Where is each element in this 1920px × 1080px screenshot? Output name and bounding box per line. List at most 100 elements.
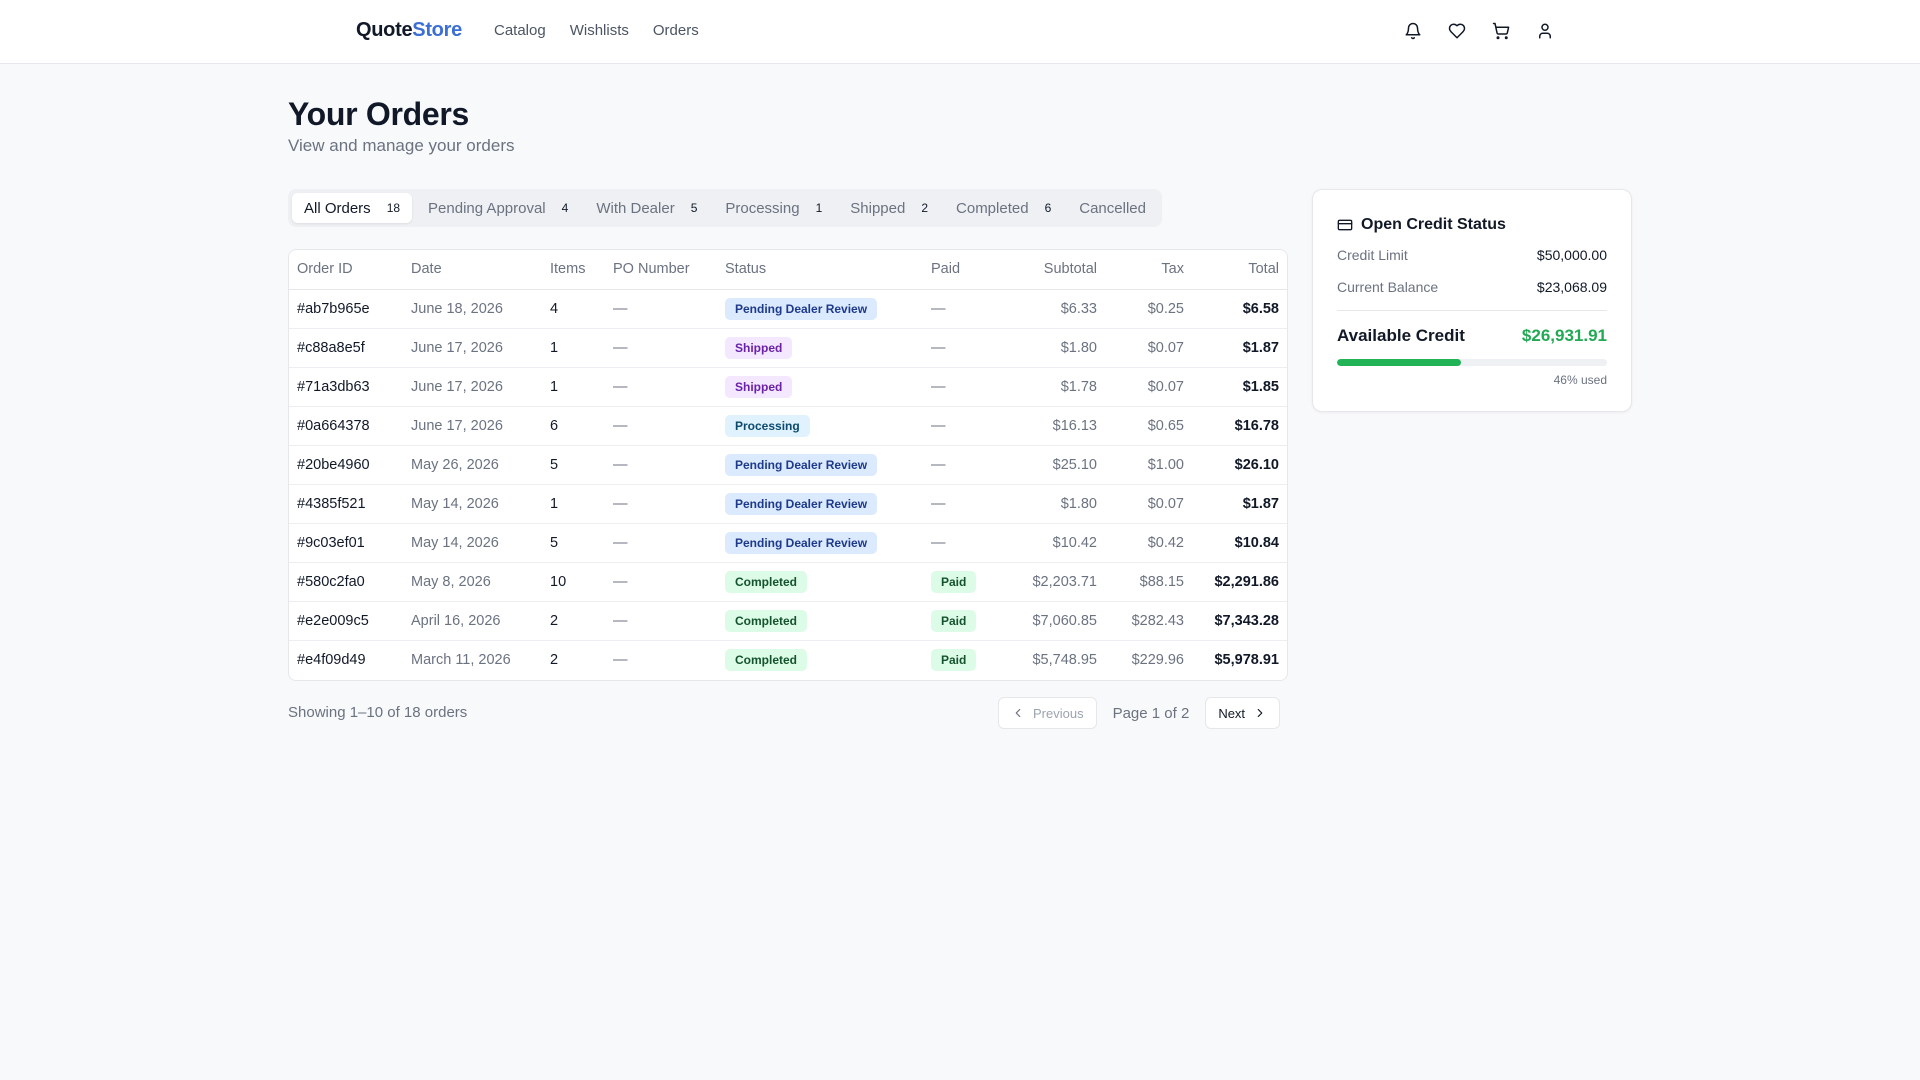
order-date: June 17, 2026 bbox=[403, 406, 542, 446]
order-total: $2,291.86 bbox=[1192, 562, 1287, 602]
status-badge: Shipped bbox=[725, 336, 793, 359]
order-items: 5 bbox=[542, 445, 605, 485]
order-items: 2 bbox=[542, 601, 605, 641]
tab-count: 6 bbox=[1044, 201, 1052, 215]
paid-empty: — bbox=[931, 456, 946, 473]
cart-icon[interactable] bbox=[1490, 20, 1512, 42]
column-header-po-number: PO Number bbox=[605, 250, 717, 290]
status-cell: Shipped bbox=[717, 367, 923, 407]
paid-badge: Paid bbox=[931, 570, 977, 593]
order-total: $16.78 bbox=[1192, 406, 1287, 446]
order-tax: $0.65 bbox=[1105, 406, 1192, 446]
nav-link-catalog[interactable]: Catalog bbox=[494, 22, 546, 39]
tab-label: With Dealer bbox=[596, 199, 675, 217]
credit-limit-row: Credit Limit $50,000.00 bbox=[1337, 247, 1607, 263]
order-subtotal: $5,748.95 bbox=[1032, 651, 1097, 668]
user-icon[interactable] bbox=[1534, 20, 1556, 42]
column-header-date: Date bbox=[403, 250, 542, 290]
order-tax: $0.42 bbox=[1105, 523, 1192, 563]
order-subtotal: $2,203.71 bbox=[995, 562, 1105, 602]
paid-empty: — bbox=[931, 495, 946, 512]
table-row[interactable]: #20be4960 May 26, 2026 5— Pending Dealer Re… bbox=[289, 445, 1287, 485]
credit-limit-value: $50,000.00 bbox=[1536, 247, 1607, 263]
status-badge: Pending Dealer Review bbox=[725, 297, 878, 320]
next-page-button[interactable]: Next bbox=[1205, 697, 1281, 729]
table-row[interactable]: #580c2fa0 May 8, 2026 10— Completed Paid $2,2… bbox=[289, 562, 1287, 602]
paid-cell: Paid bbox=[923, 601, 995, 641]
available-credit-label: Available Credit bbox=[1337, 326, 1465, 345]
paid-cell: — bbox=[923, 328, 995, 368]
table-row[interactable]: #e4f09d49 March 11, 2026 2 — Completed Paid $5… bbox=[289, 640, 1287, 679]
status-badge: Pending Dealer Review bbox=[725, 453, 878, 476]
po-number: — bbox=[605, 367, 717, 407]
tab-label: Completed bbox=[956, 199, 1029, 217]
tab-pending-approval[interactable]: Pending Approval 4 bbox=[416, 193, 580, 223]
order-subtotal: $7,060.85 bbox=[995, 601, 1105, 641]
tab-label: Cancelled bbox=[1079, 199, 1146, 217]
tab-label: Shipped bbox=[850, 199, 906, 217]
nav-link-wishlists[interactable]: Wishlists bbox=[570, 22, 629, 39]
previous-page-button[interactable]: Previous bbox=[998, 697, 1097, 729]
tab-label: Pending Approval bbox=[428, 199, 546, 217]
order-items: 1 bbox=[542, 328, 605, 368]
status-cell: Completed bbox=[717, 562, 923, 602]
current-balance-label: Current Balance bbox=[1337, 279, 1439, 295]
tab-count: 5 bbox=[690, 201, 698, 215]
tab-cancelled[interactable]: Cancelled bbox=[1067, 193, 1158, 223]
po-number: — bbox=[605, 445, 717, 485]
tab-count: 2 bbox=[921, 201, 929, 215]
top-navbar: QuoteStore Catalog Wishlists Orders bbox=[0, 0, 1920, 64]
table-header-row: Order ID Date Items PO Number Status Pai… bbox=[289, 250, 1287, 290]
order-tax: $0.07 bbox=[1105, 367, 1192, 407]
table-row[interactable]: #c88a8e5f June 17, 2026 1— Shipped — $1.80 $0.… bbox=[289, 328, 1287, 368]
order-date: June 17, 2026 bbox=[403, 328, 542, 368]
order-total: $10.84 bbox=[1192, 523, 1287, 563]
table-row[interactable]: #e2e009c5 April 16, 2026 2— Completed Paid $7… bbox=[289, 601, 1287, 641]
brand-logo[interactable]: QuoteStore bbox=[356, 19, 462, 42]
order-date: May 14, 2026 bbox=[403, 523, 542, 563]
paid-cell: — bbox=[923, 484, 995, 524]
order-id[interactable]: #e4f09d49 bbox=[289, 640, 403, 679]
order-tax: $0.25 bbox=[1105, 289, 1192, 329]
table-row[interactable]: #9c03ef01 May 14, 2026 5— Pending Dealer Re… bbox=[289, 523, 1287, 563]
bell-icon[interactable] bbox=[1402, 20, 1424, 42]
order-date: June 18, 2026 bbox=[403, 289, 542, 329]
order-items: 1 bbox=[542, 484, 605, 524]
orders-table-body: #ab7b965e June 18, 2026 4— Pending Dealer R… bbox=[289, 289, 1287, 679]
po-number: — bbox=[605, 523, 717, 563]
tab-with-dealer[interactable]: With Dealer 5 bbox=[584, 193, 709, 223]
orders-table: Order ID Date Items PO Number Status Pai… bbox=[289, 250, 1287, 679]
order-id[interactable]: #4385f521 bbox=[289, 484, 403, 524]
tab-shipped[interactable]: Shipped 2 bbox=[838, 193, 940, 223]
showing-count: Showing 1–10 of 18 orders bbox=[288, 704, 468, 721]
status-cell: Shipped bbox=[717, 328, 923, 368]
order-id[interactable]: #9c03ef01 bbox=[289, 523, 403, 563]
tab-label: Processing bbox=[725, 199, 800, 217]
table-row[interactable]: #71a3db63 June 17, 2026 1— Shipped — $1.78 $0.… bbox=[289, 367, 1287, 407]
table-row[interactable]: #4385f521 May 14, 2026 1— Pending Dealer Re… bbox=[289, 484, 1287, 524]
status-cell: Processing bbox=[717, 406, 923, 446]
page-info: Page 1 of 2 bbox=[1112, 704, 1190, 722]
table-row[interactable]: #0a664378 June 17, 2026 6— Processing — $16.1… bbox=[289, 406, 1287, 446]
tab-all-orders[interactable]: All Orders 18 bbox=[292, 193, 413, 223]
orders-table-card: Order ID Date Items PO Number Status Pai… bbox=[288, 249, 1288, 681]
order-id[interactable]: #c88a8e5f bbox=[289, 328, 403, 368]
order-id[interactable]: #71a3db63 bbox=[289, 367, 403, 407]
paid-badge: Paid bbox=[931, 609, 977, 632]
heart-icon[interactable] bbox=[1446, 20, 1468, 42]
main-nav: Catalog Wishlists Orders bbox=[494, 22, 699, 39]
paid-cell: — bbox=[923, 523, 995, 563]
order-id[interactable]: #20be4960 bbox=[289, 445, 403, 485]
tab-completed[interactable]: Completed 6 bbox=[944, 193, 1063, 223]
order-id[interactable]: #ab7b965e bbox=[289, 289, 403, 329]
order-id[interactable]: #0a664378 bbox=[289, 406, 403, 446]
previous-label: Previous bbox=[1033, 705, 1084, 721]
status-badge: Completed bbox=[725, 648, 808, 671]
order-id[interactable]: #580c2fa0 bbox=[289, 562, 403, 602]
status-badge: Pending Dealer Review bbox=[725, 531, 878, 554]
table-row[interactable]: #ab7b965e June 18, 2026 4— Pending Dealer R… bbox=[289, 289, 1287, 329]
order-id[interactable]: #e2e009c5 bbox=[289, 601, 403, 641]
tab-processing[interactable]: Processing 1 bbox=[713, 193, 834, 223]
nav-link-orders[interactable]: Orders bbox=[653, 22, 699, 39]
order-items: 1 bbox=[542, 367, 605, 407]
